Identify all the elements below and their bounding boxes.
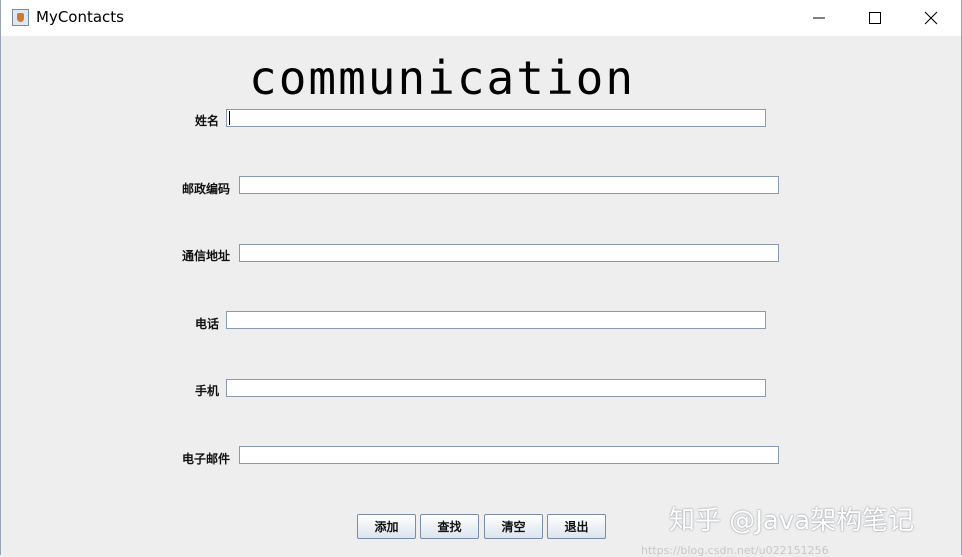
- exit-button[interactable]: 退出: [547, 514, 606, 539]
- close-button[interactable]: [907, 0, 957, 36]
- phone-label: 电话: [195, 317, 220, 331]
- email-label: 电子邮件: [182, 452, 231, 466]
- add-button[interactable]: 添加: [357, 514, 416, 539]
- phone-field[interactable]: [226, 311, 766, 329]
- email-field[interactable]: [239, 446, 779, 464]
- minimize-icon: [813, 17, 825, 19]
- mobile-field[interactable]: [226, 379, 766, 397]
- maximize-icon: [869, 12, 881, 24]
- clear-button[interactable]: 清空: [484, 514, 543, 539]
- watermark-url: https://blog.csdn.net/u022151256: [641, 544, 829, 557]
- app-window: MyContacts communication 姓名 邮政编码 通信地址 电话…: [0, 0, 962, 557]
- postcode-field[interactable]: [239, 176, 779, 194]
- close-icon: [924, 11, 938, 25]
- java-app-icon: [12, 9, 29, 26]
- mobile-label: 手机: [195, 384, 220, 398]
- watermark-text: 知乎 @Java架构笔记: [669, 506, 915, 536]
- address-field[interactable]: [239, 244, 779, 262]
- find-button[interactable]: 查找: [420, 514, 479, 539]
- postcode-label: 邮政编码: [182, 182, 231, 196]
- maximize-button[interactable]: [851, 0, 901, 36]
- address-label: 通信地址: [182, 249, 231, 263]
- window-title: MyContacts: [36, 8, 124, 26]
- name-label: 姓名: [195, 114, 220, 128]
- minimize-button[interactable]: [795, 0, 845, 36]
- name-field[interactable]: [226, 109, 766, 127]
- title-bar[interactable]: MyContacts: [1, 0, 961, 36]
- text-caret: [229, 111, 230, 125]
- banner-title: communication: [249, 51, 636, 105]
